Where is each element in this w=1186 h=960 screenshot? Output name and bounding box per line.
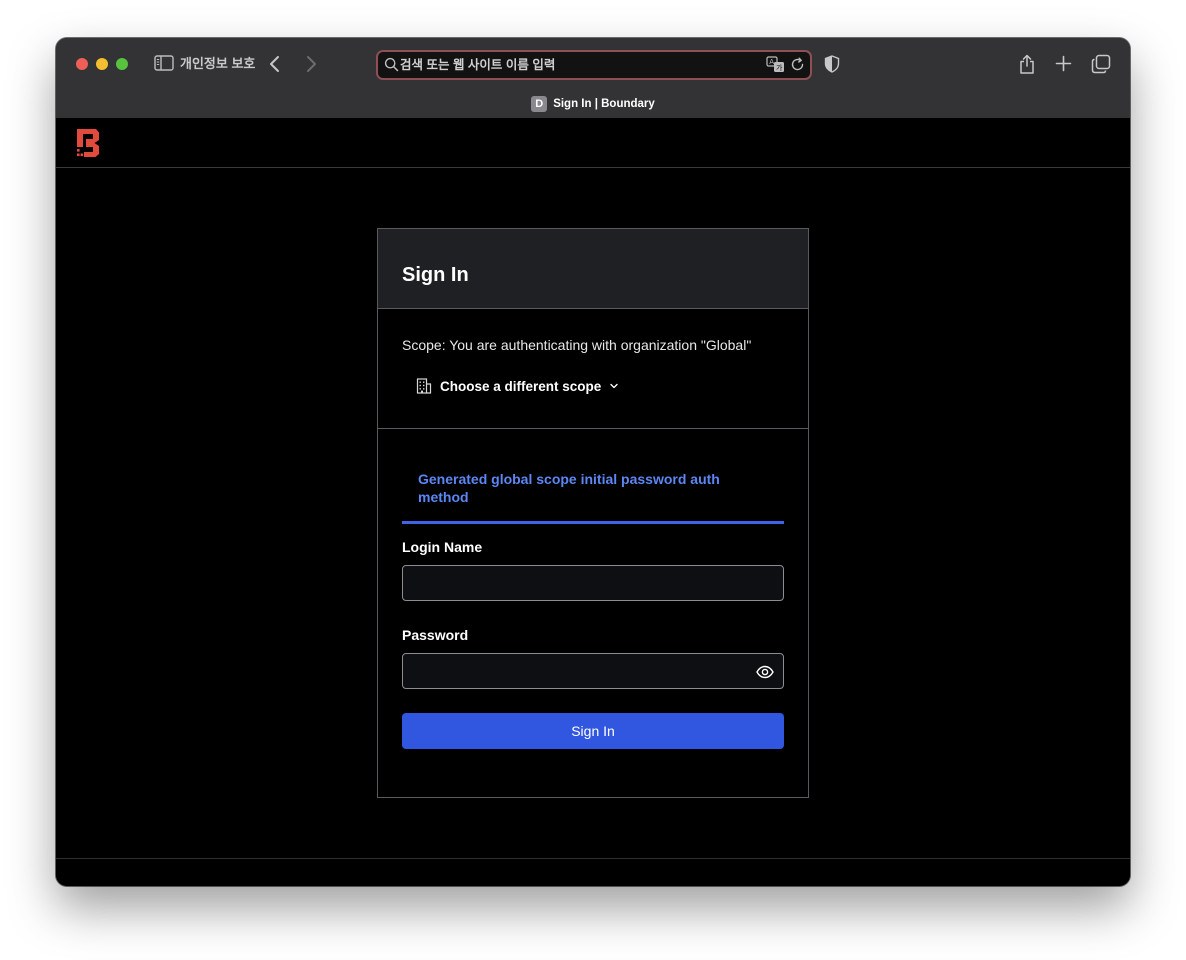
show-password-eye-icon[interactable] (756, 663, 774, 681)
login-name-label: Login Name (402, 539, 483, 555)
sign-in-button[interactable]: Sign In (402, 713, 784, 749)
tab-title: Sign In | Boundary (553, 98, 655, 110)
maximize-window-button[interactable] (116, 58, 128, 70)
scope-section: Scope: You are authenticating with organ… (378, 310, 808, 429)
password-label: Password (402, 627, 469, 643)
scope-description: Scope: You are authenticating with organ… (402, 337, 752, 353)
sidebar-toggle-icon[interactable] (154, 55, 174, 71)
new-tab-plus-icon[interactable] (1055, 55, 1072, 72)
chevron-down-icon (610, 383, 618, 389)
sign-in-card-header: Sign In (378, 229, 808, 309)
page-title: Sign In (402, 264, 469, 286)
tab-overview-icon[interactable] (1091, 54, 1111, 74)
privacy-shield-icon[interactable] (824, 55, 840, 73)
choose-scope-dropdown[interactable]: Choose a different scope (416, 378, 619, 394)
active-tab[interactable]: D Sign In | Boundary (56, 95, 1130, 113)
close-window-button[interactable] (76, 58, 88, 70)
login-name-input[interactable] (402, 565, 784, 601)
password-input[interactable] (402, 653, 784, 689)
reload-icon[interactable] (790, 57, 805, 72)
share-icon[interactable] (1018, 53, 1036, 75)
address-input[interactable] (400, 54, 740, 76)
app-header (56, 118, 1130, 168)
svg-text:가: 가 (776, 63, 783, 72)
auth-method-tab-label: Generated global scope initial password … (418, 471, 720, 505)
svg-text:A: A (769, 58, 774, 66)
choose-scope-label: Choose a different scope (440, 378, 602, 394)
forward-arrow-icon[interactable] (304, 54, 318, 74)
boundary-logo[interactable] (76, 128, 100, 158)
address-bar[interactable]: A 가 (376, 50, 812, 80)
footer-divider (56, 858, 1130, 859)
browser-toolbar: 개인정보 보호 A 가 (56, 38, 1130, 118)
tab-password-auth-method[interactable]: Generated global scope initial password … (402, 467, 784, 524)
web-page: Sign In Scope: You are authenticating wi… (56, 118, 1130, 886)
building-icon (416, 378, 432, 394)
search-icon (384, 57, 399, 72)
site-favicon: D (531, 96, 548, 112)
browser-window: 개인정보 보호 A 가 (56, 38, 1130, 886)
sign-in-card: Sign In Scope: You are authenticating wi… (377, 228, 809, 798)
back-arrow-icon[interactable] (268, 54, 282, 74)
translate-icon[interactable]: A 가 (766, 56, 785, 73)
private-browsing-label: 개인정보 보호 (180, 56, 256, 71)
minimize-window-button[interactable] (96, 58, 108, 70)
